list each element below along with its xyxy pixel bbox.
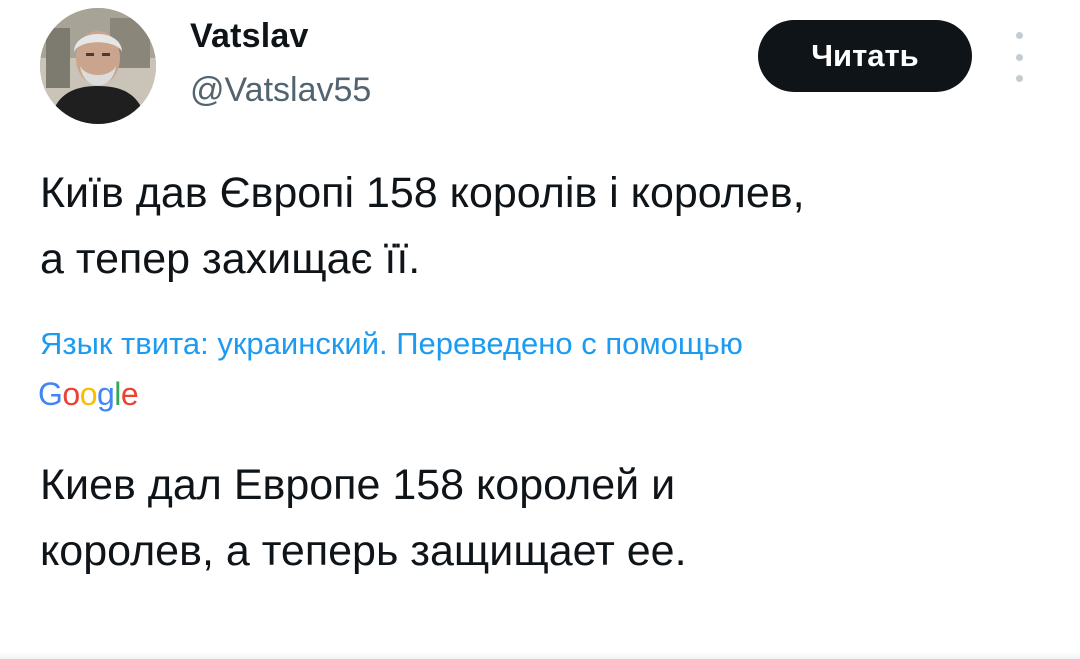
translated-text-line: королев, а теперь защищает ее. bbox=[40, 527, 687, 575]
more-dot bbox=[1015, 32, 1023, 39]
author-handle[interactable]: @Vatslav55 bbox=[190, 70, 371, 110]
more-dot bbox=[1015, 75, 1023, 82]
tweet-text-line: Київ дав Європі 158 королів і королев, bbox=[40, 169, 805, 217]
tweet-text: Київ дав Європі 158 королів і королев, а… bbox=[40, 160, 1040, 292]
author-display-name[interactable]: Vatslav bbox=[190, 16, 309, 56]
more-vertical-icon[interactable] bbox=[1006, 32, 1032, 82]
divider bbox=[0, 651, 1080, 659]
tweet-text-line: а тепер захищає її. bbox=[40, 235, 421, 283]
avatar[interactable] bbox=[40, 8, 156, 124]
google-logo: Google bbox=[38, 376, 139, 412]
translation-note[interactable]: Язык твита: украинский. Переведено с пом… bbox=[40, 324, 743, 364]
avatar-photo bbox=[40, 8, 156, 124]
more-dot bbox=[1015, 53, 1023, 61]
translated-text-line: Киев дал Европе 158 королей и bbox=[40, 461, 676, 509]
follow-button[interactable]: Читать bbox=[758, 20, 972, 92]
translated-tweet-text: Киев дал Европе 158 королей и королев, а… bbox=[40, 452, 1040, 584]
